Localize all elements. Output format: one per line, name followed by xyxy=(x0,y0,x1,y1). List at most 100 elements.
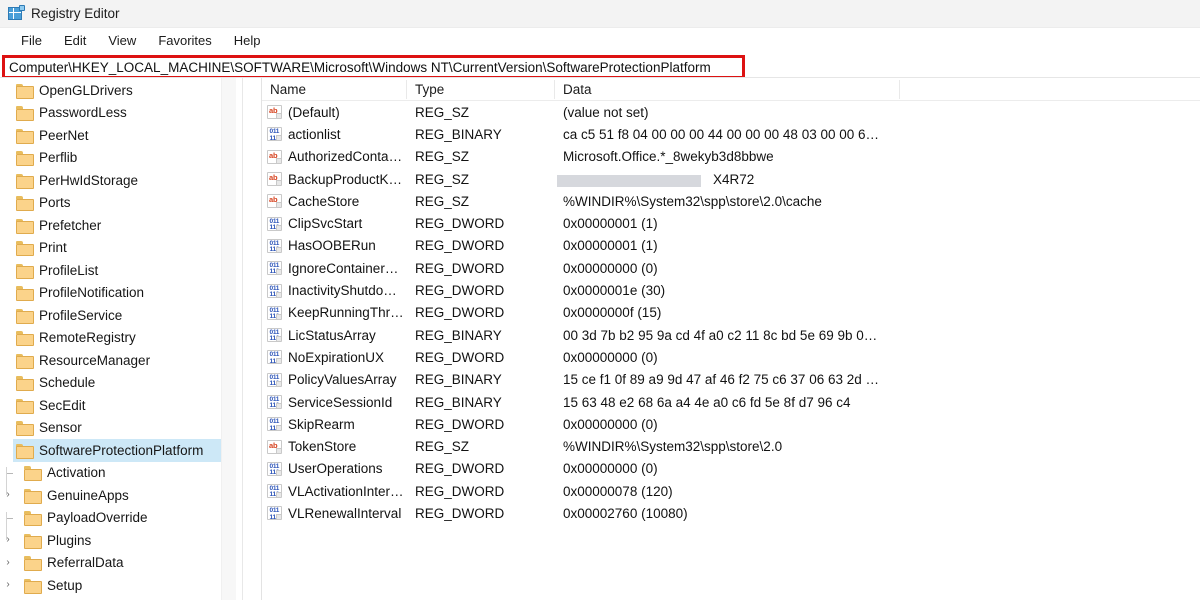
tree-item-profilelist[interactable]: ProfileList xyxy=(0,259,236,282)
menu-item-help[interactable]: Help xyxy=(223,31,272,50)
column-header-name[interactable]: Name xyxy=(262,78,407,100)
value-data-label: 0x0000000f (15) xyxy=(563,305,661,320)
tree-vertical-scrollbar[interactable] xyxy=(221,78,236,600)
folder-icon xyxy=(16,106,33,119)
tree-item-label: PasswordLess xyxy=(39,105,127,120)
value-row[interactable]: 011110ServiceSessionIdREG_BINARY15 63 48… xyxy=(262,391,1200,413)
menu-item-view[interactable]: View xyxy=(97,31,147,50)
tree-item-activation[interactable]: Activation xyxy=(0,462,236,485)
chevron-right-icon[interactable]: › xyxy=(0,580,16,590)
tree-item-peernet[interactable]: PeerNet xyxy=(0,124,236,147)
icon-page-fold xyxy=(276,403,281,408)
tree-item-perflib[interactable]: Perflib xyxy=(0,147,236,170)
value-type-cell: REG_BINARY xyxy=(407,395,555,410)
binary-value-icon: 011110 xyxy=(267,284,282,298)
registry-values-pane[interactable]: Name Type Data ab(Default)REG_SZ(value n… xyxy=(262,78,1200,600)
value-row[interactable]: abAuthorizedConta…REG_SZMicrosoft.Office… xyxy=(262,146,1200,168)
folder-icon xyxy=(16,151,33,164)
tree-item-passwordless[interactable]: PasswordLess xyxy=(0,102,236,125)
value-data-cell: 00 3d 7b b2 95 9a cd 4f a0 c2 11 8c bd 5… xyxy=(555,328,1200,343)
address-bar-input[interactable] xyxy=(5,58,1195,76)
value-row[interactable]: 011110ClipSvcStartREG_DWORD0x00000001 (1… xyxy=(262,212,1200,234)
value-row[interactable]: 011110PolicyValuesArrayREG_BINARY15 ce f… xyxy=(262,369,1200,391)
value-row[interactable]: 011110actionlistREG_BINARYca c5 51 f8 04… xyxy=(262,123,1200,145)
tree-item-payloadoverride[interactable]: PayloadOverride xyxy=(0,507,236,530)
value-row[interactable]: 011110InactivityShutdo…REG_DWORD0x000000… xyxy=(262,279,1200,301)
binary-value-icon: 011110 xyxy=(267,217,282,231)
value-name-label: KeepRunningThr… xyxy=(288,305,404,320)
value-data-cell: ca c5 51 f8 04 00 00 00 44 00 00 00 48 0… xyxy=(555,127,1200,142)
binary-value-icon: 011110 xyxy=(267,462,282,476)
value-row[interactable]: ab(Default)REG_SZ(value not set) xyxy=(262,101,1200,123)
tree-item-label: Prefetcher xyxy=(39,218,101,233)
value-name-label: BackupProductK… xyxy=(288,172,402,187)
tree-item-print[interactable]: Print xyxy=(0,237,236,260)
value-row[interactable]: 011110SkipRearmREG_DWORD0x00000000 (0) xyxy=(262,413,1200,435)
tree-item-remoteregistry[interactable]: RemoteRegistry xyxy=(0,327,236,350)
icon-page-fold xyxy=(276,425,281,430)
column-header-data[interactable]: Data xyxy=(555,78,900,100)
value-name-cell: 011110InactivityShutdo… xyxy=(262,283,407,298)
tree-item-secedit[interactable]: SecEdit xyxy=(0,394,236,417)
values-column-header: Name Type Data xyxy=(262,78,1200,101)
value-row[interactable]: abTokenStoreREG_SZ%WINDIR%\System32\spp\… xyxy=(262,435,1200,457)
tree-item-profilenotification[interactable]: ProfileNotification xyxy=(0,282,236,305)
tree-item-label: PeerNet xyxy=(39,128,89,143)
value-data-cell: 0x00000001 (1) xyxy=(555,216,1200,231)
folder-icon xyxy=(16,354,33,367)
tree-item-ports[interactable]: Ports xyxy=(0,192,236,215)
folder-icon xyxy=(24,556,41,569)
value-row[interactable]: 011110KeepRunningThr…REG_DWORD0x0000000f… xyxy=(262,302,1200,324)
chevron-right-icon[interactable]: › xyxy=(0,490,16,500)
tree-item-opengldrivers[interactable]: OpenGLDrivers xyxy=(0,79,236,102)
column-header-type[interactable]: Type xyxy=(407,78,555,100)
string-value-icon: ab xyxy=(267,150,282,164)
tree-item-referraldata[interactable]: ›ReferralData xyxy=(0,552,236,575)
icon-page-fold xyxy=(276,247,281,252)
folder-icon xyxy=(16,174,33,187)
tree-scrollbar-thumb[interactable] xyxy=(224,258,235,378)
tree-item-softwareprotectionplatform[interactable]: SoftwareProtectionPlatform xyxy=(0,439,236,462)
value-row[interactable]: 011110HasOOBERunREG_DWORD0x00000001 (1) xyxy=(262,235,1200,257)
menu-item-edit[interactable]: Edit xyxy=(53,31,97,50)
chevron-right-icon[interactable]: › xyxy=(0,558,16,568)
value-row[interactable]: abCacheStoreREG_SZ%WINDIR%\System32\spp\… xyxy=(262,190,1200,212)
value-type-cell: REG_DWORD xyxy=(407,305,555,320)
value-data-label: ca c5 51 f8 04 00 00 00 44 00 00 00 48 0… xyxy=(563,127,879,142)
folder-icon xyxy=(24,579,41,592)
value-data-label: 0x00000000 (0) xyxy=(563,461,658,476)
value-row[interactable]: 011110IgnoreContainer…REG_DWORD0x0000000… xyxy=(262,257,1200,279)
value-row[interactable]: 011110UserOperationsREG_DWORD0x00000000 … xyxy=(262,458,1200,480)
tree-item-prefetcher[interactable]: Prefetcher xyxy=(0,214,236,237)
tree-item-sensor[interactable]: Sensor xyxy=(0,417,236,440)
value-data-cell: 0x00000000 (0) xyxy=(555,417,1200,432)
tree-item-label: Plugins xyxy=(47,533,91,548)
tree-item-label: RemoteRegistry xyxy=(39,330,136,345)
value-type-cell: REG_DWORD xyxy=(407,283,555,298)
tree-item-perhwidstorage[interactable]: PerHwIdStorage xyxy=(0,169,236,192)
menu-item-favorites[interactable]: Favorites xyxy=(147,31,222,50)
tree-item-genuineapps[interactable]: ›GenuineApps xyxy=(0,484,236,507)
value-row[interactable]: abBackupProductK…REG_SZX4R72 xyxy=(262,168,1200,190)
chevron-right-icon[interactable]: › xyxy=(0,535,16,545)
folder-icon xyxy=(24,466,41,479)
value-row[interactable]: 011110LicStatusArrayREG_BINARY00 3d 7b b… xyxy=(262,324,1200,346)
value-name-label: VLActivationInter… xyxy=(288,484,404,499)
tree-item-plugins[interactable]: › Plugins xyxy=(0,529,236,552)
registry-editor-icon xyxy=(8,6,24,21)
value-row[interactable]: 011110VLActivationInter…REG_DWORD0x00000… xyxy=(262,480,1200,502)
tree-item-profileservice[interactable]: ProfileService xyxy=(0,304,236,327)
value-name-label: VLRenewalInterval xyxy=(288,506,401,521)
registry-tree-pane[interactable]: OpenGLDriversPasswordLessPeerNetPerflibP… xyxy=(0,78,236,600)
tree-item-schedule[interactable]: Schedule xyxy=(0,372,236,395)
value-name-cell: 011110ServiceSessionId xyxy=(262,395,407,410)
menu-item-file[interactable]: File xyxy=(10,31,53,50)
value-row[interactable]: 011110NoExpirationUXREG_DWORD0x00000000 … xyxy=(262,346,1200,368)
tree-item-resourcemanager[interactable]: ResourceManager xyxy=(0,349,236,372)
tree-item-label: Setup xyxy=(47,578,82,593)
pane-splitter[interactable] xyxy=(236,78,262,600)
value-name-cell: 011110ClipSvcStart xyxy=(262,216,407,231)
value-row[interactable]: 011110VLRenewalIntervalREG_DWORD0x000027… xyxy=(262,502,1200,524)
tree-item-setup[interactable]: › Setup xyxy=(0,574,236,597)
value-type-cell: REG_BINARY xyxy=(407,328,555,343)
